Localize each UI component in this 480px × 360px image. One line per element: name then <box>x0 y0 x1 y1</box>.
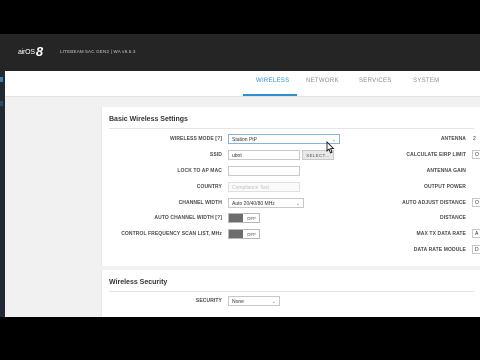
basic-wireless-panel: Basic Wireless Settings WIRELESS MODE [?… <box>101 107 480 266</box>
airos-logo: airOS8 <box>18 44 43 59</box>
wireless-security-panel: Wireless Security SECURITY None ⌄ <box>101 270 480 317</box>
calculate-eirp-label: CALCULATE EIRP LIMIT <box>406 152 466 158</box>
ssid-label: SSID <box>209 152 222 158</box>
data-rate-module-select[interactable]: D <box>472 245 480 254</box>
toggle-knob <box>229 230 243 238</box>
security-select[interactable]: None ⌄ <box>228 296 280 306</box>
screen-frame: airOS8 LITEBEAM 5AC GEN2 | WA v8.5.3 WIR… <box>0 0 480 360</box>
tab-wireless[interactable]: WIRELESS <box>256 78 289 84</box>
toggle-knob <box>229 214 243 222</box>
auto-channel-width-label: AUTO CHANNEL WIDTH [?] <box>154 215 222 221</box>
tab-network[interactable]: NETWORK <box>306 78 339 84</box>
active-tab-indicator <box>243 94 297 96</box>
country-label: COUNTRY <box>196 184 222 190</box>
auto-adjust-distance-toggle[interactable]: O <box>472 198 480 207</box>
tab-services[interactable]: SERVICES <box>359 78 392 84</box>
control-freq-scan-toggle[interactable]: OFF <box>228 229 260 239</box>
channel-width-select[interactable]: Auto 20/40/80 MHz ⌄ <box>228 198 304 208</box>
control-freq-scan-label: CONTROL FREQUENCY SCAN LIST, MHz <box>121 231 222 237</box>
data-rate-module-label: DATA RATE MODULE <box>413 247 466 253</box>
auto-adjust-distance-label: AUTO ADJUST DISTANCE <box>402 200 466 206</box>
distance-label: DISTANCE <box>440 215 466 221</box>
lock-to-ap-mac-input[interactable] <box>228 166 300 176</box>
channel-width-label: CHANNEL WIDTH <box>178 200 222 206</box>
calculate-eirp-toggle[interactable]: O <box>472 150 480 159</box>
chevron-down-icon: ⌄ <box>295 201 300 207</box>
tab-bar: WIRELESS NETWORK SERVICES SYSTEM <box>5 71 480 97</box>
toggle-state: OFF <box>247 231 256 237</box>
country-select: Compliance Test <box>228 182 300 192</box>
wireless-mode-label: WIRELESS MODE [?] <box>170 136 222 142</box>
device-info: LITEBEAM 5AC GEN2 | WA v8.5.3 <box>60 49 136 54</box>
max-tx-data-rate-select[interactable]: A <box>472 229 480 238</box>
section-divider <box>109 128 474 129</box>
antenna-label: ANTENNA <box>440 136 466 142</box>
antenna-value[interactable]: 2 <box>473 136 476 142</box>
output-power-label: OUTPUT POWER <box>423 184 466 190</box>
top-header: airOS8 LITEBEAM 5AC GEN2 | WA v8.5.3 <box>0 34 480 71</box>
lock-to-ap-mac-label: LOCK TO AP MAC <box>177 168 222 174</box>
wireless-mode-select[interactable]: Station PtP ⌄ <box>228 134 340 144</box>
security-label: SECURITY <box>195 298 222 304</box>
letterbox-bottom <box>0 317 480 360</box>
section-divider <box>109 291 474 292</box>
nav-item-icon[interactable] <box>0 101 3 106</box>
nav-indicator-icon[interactable] <box>0 77 3 82</box>
main-content: WIRELESS NETWORK SERVICES SYSTEM Basic W… <box>5 71 480 317</box>
antenna-gain-label: ANTENNA GAIN <box>426 168 466 174</box>
auto-channel-width-toggle[interactable]: OFF <box>228 213 260 223</box>
section-title: Basic Wireless Settings <box>109 116 188 123</box>
chevron-down-icon: ⌄ <box>271 299 276 305</box>
ssid-input[interactable]: ubnt <box>228 150 300 160</box>
max-tx-data-rate-label: MAX TX DATA RATE <box>416 231 466 237</box>
toggle-state: OFF <box>247 215 256 221</box>
tab-system[interactable]: SYSTEM <box>413 78 439 84</box>
mouse-pointer-icon <box>326 141 335 154</box>
section-title: Wireless Security <box>109 279 168 286</box>
